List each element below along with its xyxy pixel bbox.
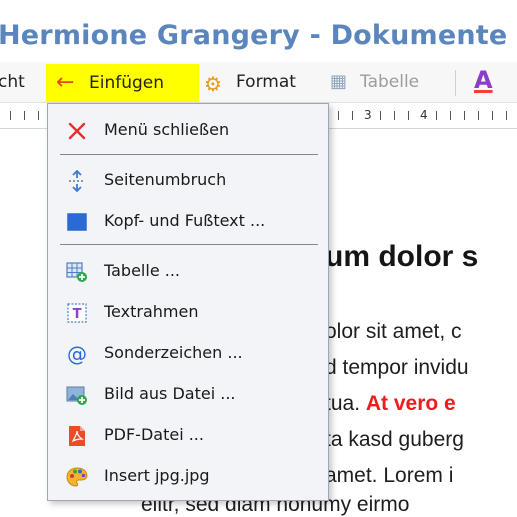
- document-line: d tempor invidu: [325, 356, 469, 379]
- menu-item-insert-image[interactable]: Bild aus Datei ...: [48, 376, 328, 412]
- ruler-tick: [450, 111, 451, 120]
- menu-insert-label: Einfügen: [89, 73, 165, 93]
- menu-insert[interactable]: ← Einfügen: [46, 64, 199, 102]
- menu-table-label: Tabelle: [360, 72, 420, 92]
- menu-item-label: Bild aus Datei ...: [104, 384, 236, 403]
- document-line: ta kasd guberg: [325, 428, 464, 451]
- ruler-tick: [436, 111, 437, 120]
- ruler-tick: [506, 111, 507, 120]
- ruler-tick: [464, 111, 465, 120]
- insert-image-icon: [66, 384, 88, 406]
- title-bar: Hermione Grangery - Dokumente - N: [0, 0, 517, 62]
- menu-separator: [455, 70, 456, 96]
- document-line: amet. Lorem i: [325, 464, 454, 487]
- menu-bar: cht ← Einfügen ⚙ Format ▦ Tabelle A: [0, 62, 517, 103]
- palette-icon: [66, 466, 88, 488]
- document-line: olor sit amet, c: [325, 320, 462, 343]
- header-footer-icon: [66, 211, 88, 233]
- menu-item-label: Menü schließen: [104, 120, 230, 139]
- menu-item-label: Textrahmen: [104, 302, 199, 321]
- menu-item-pdf-file[interactable]: PDF-Datei ...: [48, 417, 328, 453]
- ruler-number: 3: [364, 108, 372, 122]
- menu-item-label: Tabelle ...: [104, 261, 181, 280]
- font-color-button[interactable]: A: [474, 66, 493, 94]
- menu-item-label: Kopf- und Fußtext ...: [104, 211, 266, 230]
- menu-item-header-footer[interactable]: Kopf- und Fußtext ...: [48, 203, 328, 239]
- ruler-tick: [38, 111, 39, 120]
- menu-item-label: Sonderzeichen ...: [104, 343, 243, 362]
- ruler-tick: [380, 111, 381, 120]
- menu-view[interactable]: cht: [0, 62, 25, 102]
- ruler-tick: [408, 111, 409, 120]
- document-line-text: tua.: [325, 392, 366, 415]
- menu-format-label: Format: [236, 72, 296, 92]
- insert-menu: Menü schließen Seitenumbruch Kopf- und F…: [47, 103, 329, 501]
- page-break-icon: [66, 170, 88, 192]
- svg-text:T: T: [73, 307, 82, 322]
- menu-item-close-menu[interactable]: Menü schließen: [48, 112, 328, 148]
- menu-item-special-character[interactable]: @ Sonderzeichen ...: [48, 335, 328, 371]
- menu-item-page-break[interactable]: Seitenumbruch: [48, 162, 328, 198]
- arrow-left-icon: ←: [56, 70, 75, 95]
- menu-separator: [60, 154, 318, 155]
- ruler-tick: [352, 111, 353, 120]
- ruler-tick: [492, 111, 493, 120]
- ruler-tick: [478, 111, 479, 120]
- menu-item-label: Seitenumbruch: [104, 170, 227, 189]
- pdf-icon: [66, 425, 88, 447]
- window-title: Hermione Grangery - Dokumente - N: [0, 20, 517, 51]
- menu-item-text-frame[interactable]: T Textrahmen: [48, 294, 328, 330]
- menu-item-insert-table[interactable]: Tabelle ...: [48, 253, 328, 289]
- menu-item-insert-jpg[interactable]: Insert jpg.jpg: [48, 458, 328, 494]
- document-line-mixed: tua. At vero e: [325, 392, 456, 416]
- menu-item-label: Insert jpg.jpg: [104, 466, 210, 485]
- document-heading: um dolor s: [325, 240, 479, 273]
- ruler-tick: [24, 111, 25, 120]
- special-character-icon: @: [67, 342, 87, 366]
- ruler-tick: [10, 111, 11, 120]
- document-red-text: At vero e: [365, 392, 456, 415]
- ruler-tick: [338, 111, 339, 120]
- menu-separator: [60, 244, 318, 245]
- ruler-number: 4: [420, 108, 428, 122]
- menu-item-label: PDF-Datei ...: [104, 425, 204, 444]
- close-icon: [66, 120, 88, 142]
- text-frame-icon: T: [66, 302, 88, 324]
- insert-table-icon: [66, 261, 88, 283]
- ruler-tick: [394, 111, 395, 120]
- gear-icon: ⚙: [204, 72, 222, 96]
- table-icon: ▦: [330, 71, 348, 92]
